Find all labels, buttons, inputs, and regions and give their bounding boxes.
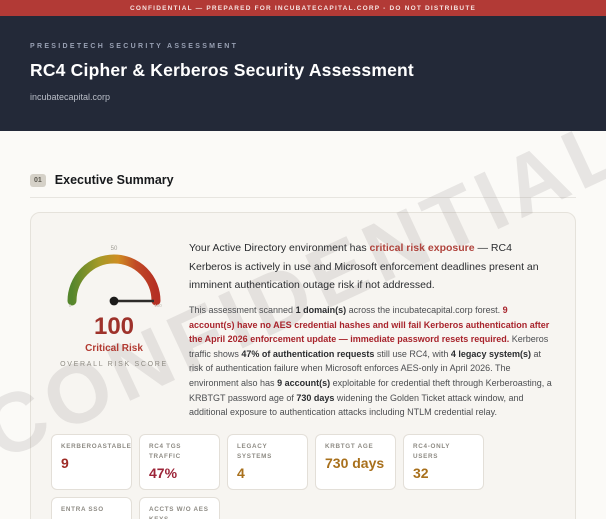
metric-value: 32 xyxy=(413,464,429,481)
metric-tile: ACCTS W/O AES KEYS 9 xyxy=(139,496,220,519)
confidential-banner: CONFIDENTIAL — PREPARED FOR INCUBATECAPI… xyxy=(0,0,606,16)
gauge-needle-hub xyxy=(109,296,119,306)
metric-label: LEGACY SYSTEMS xyxy=(237,442,272,460)
section-divider xyxy=(30,197,576,198)
metric-tile: KRBTGT AGE 730 days xyxy=(315,433,396,490)
section-title: Executive Summary xyxy=(54,173,174,187)
section-header: 01 Executive Summary xyxy=(30,173,576,187)
metric-tile: LEGACY SYSTEMS 4 xyxy=(227,433,308,490)
report-subtitle: incubatecapital.corp xyxy=(30,92,111,102)
metric-value: 4 xyxy=(237,464,245,481)
report-eyebrow: PRESIDETECH SECURITY ASSESSMENT xyxy=(30,43,239,50)
overall-risk-score-value: 100 xyxy=(93,313,135,340)
section-number-badge: 01 xyxy=(30,173,46,187)
confidential-banner-text: CONFIDENTIAL — PREPARED FOR INCUBATECAPI… xyxy=(129,4,477,12)
executive-summary-card: 50 0 100 100 Critical Risk OVERALL RISK … xyxy=(30,212,576,519)
risk-gauge-chart: 50 0 100 xyxy=(67,246,162,308)
main-content: 01 Executive Summary 50 0 100 100 Critic… xyxy=(0,173,606,519)
metric-value: 9 xyxy=(61,454,69,471)
metric-tile: RC4-ONLY USERS 32 xyxy=(403,433,484,490)
risk-level-label: Critical Risk xyxy=(85,343,143,354)
metric-tile: ENTRA SSO AES xyxy=(51,496,132,519)
gauge-arc xyxy=(67,254,161,306)
metric-label: RC4-ONLY USERS xyxy=(413,442,451,460)
metric-value: 730 days xyxy=(325,454,385,471)
report-header: PRESIDETECH SECURITY ASSESSMENT RC4 Ciph… xyxy=(0,16,606,131)
gauge-tick-max: 100 xyxy=(154,303,162,307)
page-title: RC4 Cipher & Kerberos Security Assessmen… xyxy=(30,60,414,80)
risk-gauge-block: 50 0 100 100 Critical Risk OVERALL RISK … xyxy=(51,233,177,420)
metric-label: KERBEROASTABLE xyxy=(61,442,132,450)
metric-value: 47% xyxy=(149,464,178,481)
metric-label: ENTRA SSO xyxy=(61,505,104,513)
metric-tile: RC4 TGS TRAFFIC 47% xyxy=(139,433,220,490)
metric-label: ACCTS W/O AES KEYS xyxy=(149,505,209,519)
metric-label: KRBTGT AGE xyxy=(325,442,374,450)
metric-tile: KERBEROASTABLE 9 xyxy=(51,433,132,490)
metric-tiles-row: KERBEROASTABLE 9 RC4 TGS TRAFFIC 47% LEG… xyxy=(51,433,555,519)
summary-text-block: Your Active Directory environment has cr… xyxy=(189,233,555,420)
metric-label: RC4 TGS TRAFFIC xyxy=(149,442,182,460)
summary-detail-paragraph: This assessment scanned 1 domain(s) acro… xyxy=(189,305,552,418)
gauge-tick-mid: 50 xyxy=(111,246,118,252)
summary-lead-paragraph: Your Active Directory environment has cr… xyxy=(189,242,539,292)
risk-score-caption: OVERALL RISK SCORE xyxy=(60,361,168,368)
